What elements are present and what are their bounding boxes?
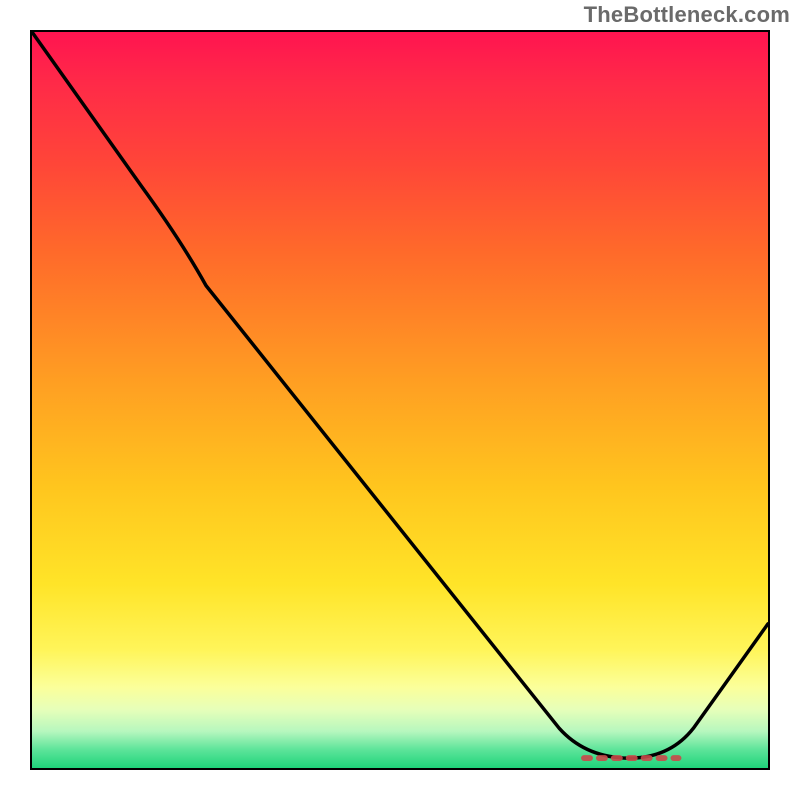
attribution-text: TheBottleneck.com [584,2,790,28]
chart-overlay [32,32,768,768]
bottleneck-curve [32,32,768,758]
bottleneck-chart [30,30,770,770]
